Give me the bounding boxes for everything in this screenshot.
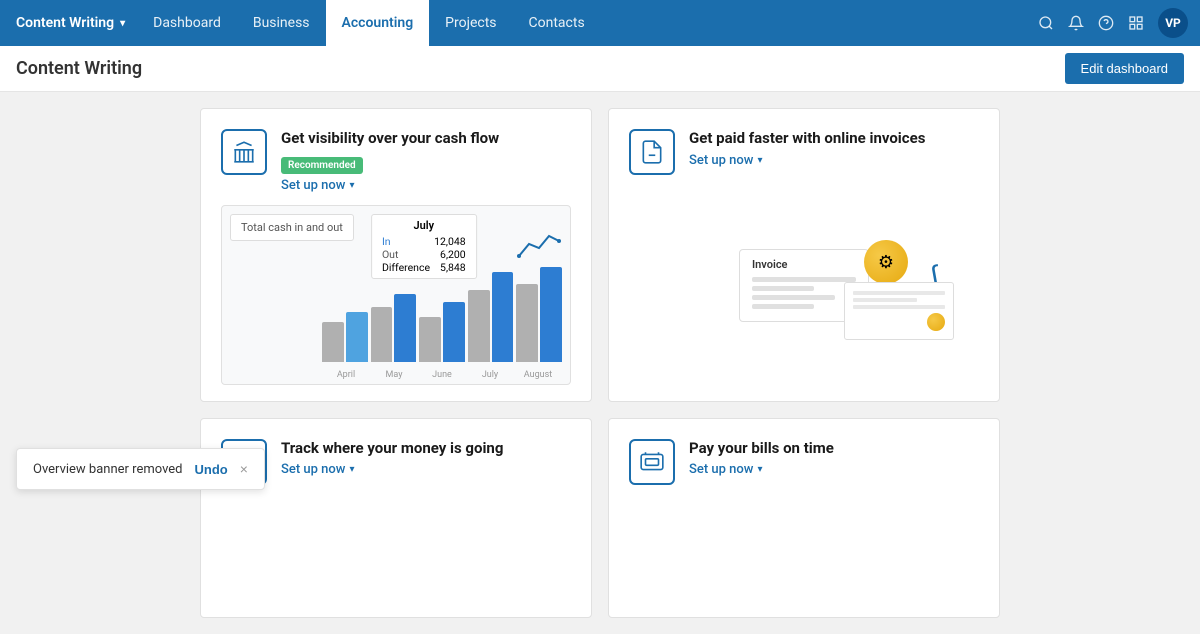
bills-icon — [639, 449, 665, 475]
cash-flow-chart: Total cash in and out July In 12,048 Out… — [221, 205, 571, 385]
invoices-title: Get paid faster with online invoices — [689, 129, 979, 149]
x-label-august: August — [514, 370, 562, 380]
month-tooltip: July In 12,048 Out 6,200 Difference 5,84… — [371, 214, 477, 279]
bar-august-in — [540, 267, 562, 362]
invoices-setup-link[interactable]: Set up now ▾ — [689, 153, 762, 168]
setup-chevron-3: ▾ — [349, 464, 354, 475]
nav-right-actions: VP — [1038, 8, 1188, 38]
bills-setup-link[interactable]: Set up now ▾ — [689, 462, 762, 477]
chart-diff-value: 5,848 — [440, 261, 466, 274]
chart-tooltip-main: Total cash in and out — [230, 214, 354, 241]
bar-august-out — [516, 284, 538, 362]
setup-chevron: ▾ — [349, 180, 354, 191]
bar-group-may — [371, 294, 417, 362]
brand-name: Content Writing — [16, 15, 114, 31]
card-header-invoices: Get paid faster with online invoices Set… — [629, 129, 979, 175]
online-invoices-card: Get paid faster with online invoices Set… — [608, 108, 1000, 402]
card-title-area-bills: Pay your bills on time Set up now ▾ — [689, 439, 979, 478]
sparkline-decoration — [514, 226, 564, 266]
card-title-area-invoices: Get paid faster with online invoices Set… — [689, 129, 979, 168]
bar-april-out — [322, 322, 344, 362]
bar-july-out — [468, 290, 490, 362]
bills-icon-wrapper — [629, 439, 675, 485]
bank-icon — [231, 139, 257, 165]
chart-in-label: In — [382, 235, 391, 248]
card-title-area-cashflow: Get visibility over your cash flow Recom… — [281, 129, 571, 193]
bar-group-april — [322, 312, 368, 362]
brand-menu[interactable]: Content Writing ▾ — [12, 15, 137, 31]
toast-message: Overview banner removed — [33, 462, 183, 477]
tracking-setup-link[interactable]: Set up now ▾ — [281, 462, 354, 477]
chart-in-value: 12,048 — [434, 235, 466, 248]
chart-diff-label: Difference — [382, 261, 430, 274]
nav-contacts[interactable]: Contacts — [513, 0, 601, 46]
top-navigation: Content Writing ▾ Dashboard Business Acc… — [0, 0, 1200, 46]
x-label-june: June — [418, 370, 466, 380]
x-label-may: May — [370, 370, 418, 380]
card-header-tracking: Track where your money is going Set up n… — [221, 439, 571, 485]
chart-out-label: Out — [382, 248, 398, 261]
notifications-icon[interactable] — [1068, 15, 1084, 31]
bank-icon-wrapper — [221, 129, 267, 175]
bar-june-out — [419, 317, 441, 362]
nav-business[interactable]: Business — [237, 0, 326, 46]
brand-chevron: ▾ — [120, 18, 125, 29]
nav-accounting[interactable]: Accounting — [326, 0, 430, 46]
nav-links: Dashboard Business Accounting Projects C… — [137, 0, 601, 46]
bar-april-in — [346, 312, 368, 362]
chart-x-labels: April May June July August — [322, 370, 562, 380]
chart-out-value: 6,200 — [440, 248, 466, 261]
nav-dashboard[interactable]: Dashboard — [137, 0, 237, 46]
toast-notification: Overview banner removed Undo × — [16, 448, 265, 490]
dashboard-grid: Get visibility over your cash flow Recom… — [0, 92, 1200, 634]
bar-may-out — [371, 307, 393, 362]
card-header-cashflow: Get visibility over your cash flow Recom… — [221, 129, 571, 193]
x-label-july: July — [466, 370, 514, 380]
invoice-icon-wrapper — [629, 129, 675, 175]
help-icon[interactable] — [1098, 15, 1114, 31]
second-invoice-preview — [844, 282, 954, 340]
card-header-bills: Pay your bills on time Set up now ▾ — [629, 439, 979, 485]
setup-chevron-4: ▾ — [757, 464, 762, 475]
cashflow-title: Get visibility over your cash flow Recom… — [281, 129, 571, 174]
toast-close-button[interactable]: × — [240, 461, 248, 477]
setup-chevron-2: ▾ — [757, 155, 762, 166]
page-title: Content Writing — [16, 58, 1065, 79]
invoice-illustration: Invoice ⚙ ∫ — [629, 187, 979, 385]
bar-june-in — [443, 302, 465, 362]
x-label-april: April — [322, 370, 370, 380]
bills-card: Pay your bills on time Set up now ▾ — [608, 418, 1000, 618]
bar-group-august — [516, 267, 562, 362]
invoice-icon — [639, 139, 665, 165]
bar-july-in — [492, 272, 514, 362]
card-title-area-tracking: Track where your money is going Set up n… — [281, 439, 571, 478]
search-icon[interactable] — [1038, 15, 1054, 31]
bar-group-july — [468, 272, 514, 362]
bar-group-june — [419, 302, 465, 362]
tracking-title: Track where your money is going — [281, 439, 571, 459]
toast-undo-button[interactable]: Undo — [195, 462, 228, 477]
bar-may-in — [394, 294, 416, 362]
sub-header: Content Writing Edit dashboard — [0, 46, 1200, 92]
apps-icon[interactable] — [1128, 15, 1144, 31]
bills-title: Pay your bills on time — [689, 439, 979, 459]
cash-flow-card: Get visibility over your cash flow Recom… — [200, 108, 592, 402]
small-coin — [927, 313, 945, 331]
edit-dashboard-button[interactable]: Edit dashboard — [1065, 53, 1184, 84]
cashflow-setup-link[interactable]: Set up now ▾ — [281, 178, 354, 193]
coin-decoration: ⚙ — [864, 240, 908, 284]
user-avatar[interactable]: VP — [1158, 8, 1188, 38]
recommended-badge: Recommended — [281, 157, 363, 174]
nav-projects[interactable]: Projects — [429, 0, 512, 46]
